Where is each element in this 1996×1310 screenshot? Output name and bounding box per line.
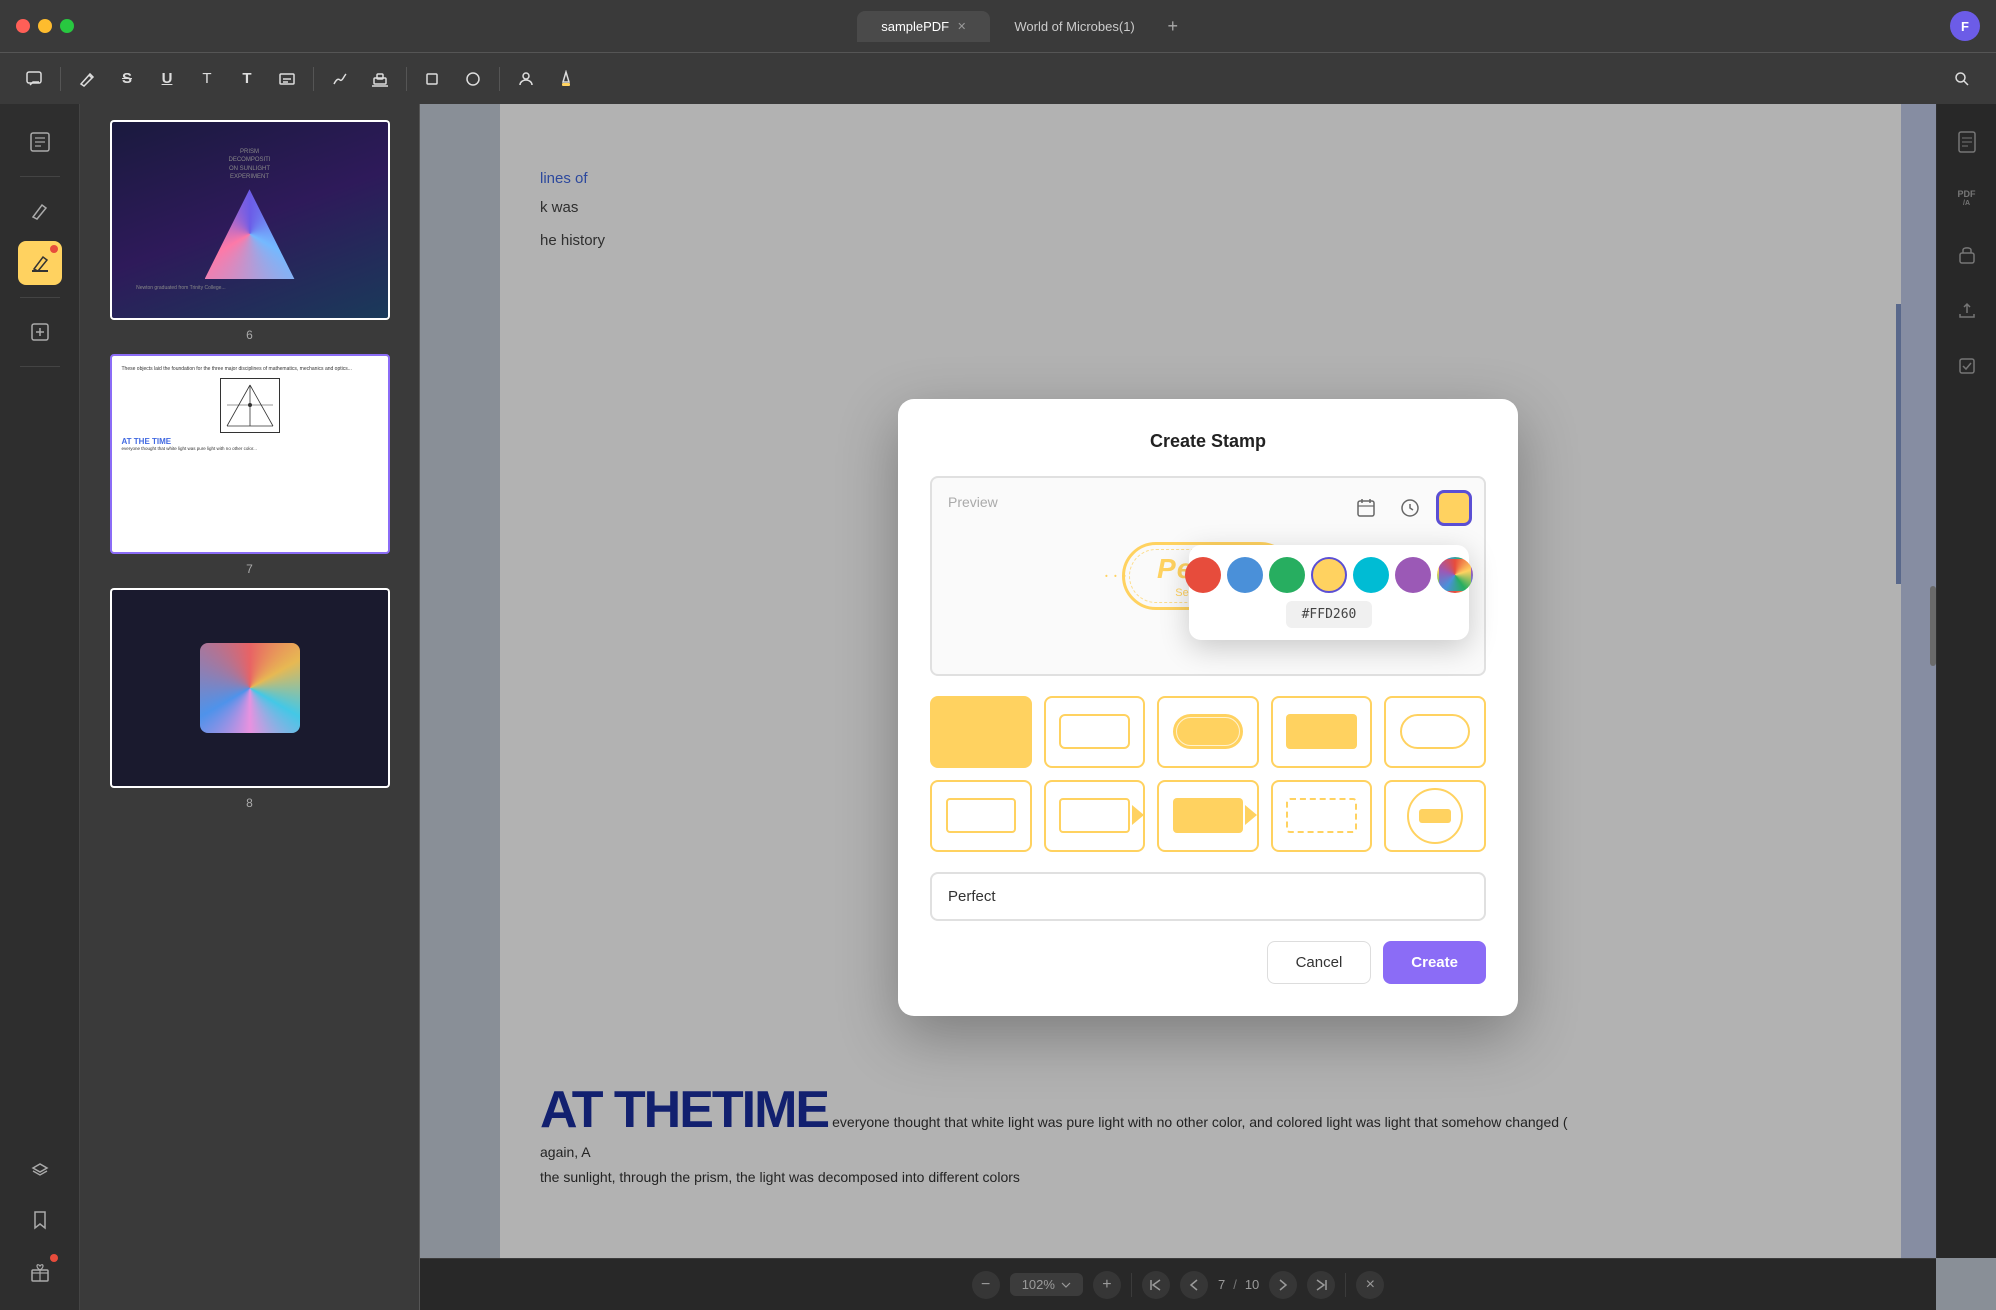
stamp-template-10[interactable] bbox=[1384, 780, 1486, 852]
color-picker-button[interactable]: #FFD260 bbox=[1436, 490, 1472, 526]
comment-tool[interactable] bbox=[16, 61, 52, 97]
page-num-8: 8 bbox=[246, 796, 253, 810]
strikethrough-tool[interactable]: S bbox=[109, 61, 145, 97]
user-avatar[interactable]: F bbox=[1950, 11, 1980, 41]
text-tool-solid[interactable]: T bbox=[229, 61, 265, 97]
pencil-tool[interactable] bbox=[69, 61, 105, 97]
thumbnail-img-8 bbox=[110, 588, 390, 788]
toolbar-divider-2 bbox=[313, 67, 314, 91]
tab-bar: samplePDF ✕ World of Microbes(1) + bbox=[94, 11, 1950, 42]
stamp-template-2[interactable] bbox=[1044, 696, 1146, 768]
modal-overlay: Create Stamp Preview bbox=[420, 104, 1996, 1310]
sidebar-highlight-icon[interactable] bbox=[18, 241, 62, 285]
sidebar-bookmark-icon[interactable] bbox=[18, 1198, 62, 1242]
swatch-multicolor[interactable] bbox=[1437, 557, 1473, 593]
page-num-7: 7 bbox=[246, 562, 253, 576]
main-area: PRISMDECOMPOSITION SUNLIGHTEXPERIMENT Ne… bbox=[0, 104, 1996, 1310]
sidebar-annotate-icon[interactable] bbox=[18, 189, 62, 233]
stamp-template-6[interactable] bbox=[930, 780, 1032, 852]
template-shape-6 bbox=[946, 798, 1016, 833]
template-shape-10 bbox=[1407, 788, 1463, 844]
sidebar bbox=[0, 104, 80, 1310]
search-tool[interactable] bbox=[1944, 61, 1980, 97]
stamp-template-4[interactable] bbox=[1271, 696, 1373, 768]
template-shape-7 bbox=[1059, 798, 1129, 833]
stamp-template-8[interactable] bbox=[1157, 780, 1259, 852]
close-traffic-light[interactable] bbox=[16, 19, 30, 33]
signature-tool[interactable] bbox=[322, 61, 358, 97]
swatch-purple[interactable] bbox=[1395, 557, 1431, 593]
create-button[interactable]: Create bbox=[1383, 941, 1486, 984]
sidebar-divider-1 bbox=[20, 176, 60, 177]
minimize-traffic-light[interactable] bbox=[38, 19, 52, 33]
sidebar-divider-3 bbox=[20, 366, 60, 367]
swatch-green[interactable] bbox=[1269, 557, 1305, 593]
swatch-cyan[interactable] bbox=[1353, 557, 1389, 593]
page-num-6: 6 bbox=[246, 328, 253, 342]
stamp-template-3[interactable] bbox=[1157, 696, 1259, 768]
modal-actions: Cancel Create bbox=[930, 941, 1486, 984]
stamp-tool[interactable] bbox=[362, 61, 398, 97]
tab-samplepdf[interactable]: samplePDF ✕ bbox=[857, 11, 990, 42]
sidebar-pages-icon[interactable] bbox=[18, 120, 62, 164]
cancel-button[interactable]: Cancel bbox=[1267, 941, 1372, 984]
stamp-templates-grid bbox=[930, 696, 1486, 852]
tab-microbes[interactable]: World of Microbes(1) bbox=[990, 11, 1158, 42]
text-box-tool[interactable] bbox=[269, 61, 305, 97]
toolbar-divider-4 bbox=[499, 67, 500, 91]
swatch-yellow[interactable] bbox=[1311, 557, 1347, 593]
user-tool[interactable] bbox=[508, 61, 544, 97]
stamp-template-5[interactable] bbox=[1384, 696, 1486, 768]
thumbnail-img-6: PRISMDECOMPOSITION SUNLIGHTEXPERIMENT Ne… bbox=[110, 120, 390, 320]
preview-label: Preview bbox=[948, 494, 998, 510]
swatch-red[interactable] bbox=[1185, 557, 1221, 593]
color-tool[interactable] bbox=[548, 61, 584, 97]
template-shape-5 bbox=[1400, 714, 1470, 749]
thumbnail-page-6[interactable]: PRISMDECOMPOSITION SUNLIGHTEXPERIMENT Ne… bbox=[100, 120, 400, 342]
thumbnail-img-7: These objects laid the foundation for th… bbox=[110, 354, 390, 554]
template-shape-8 bbox=[1173, 798, 1243, 833]
gift-badge bbox=[50, 1254, 58, 1262]
color-swatches bbox=[1185, 557, 1473, 593]
sidebar-edit-icon[interactable] bbox=[18, 310, 62, 354]
thumbnail-page-8[interactable]: 8 bbox=[100, 588, 400, 810]
sidebar-divider-2 bbox=[20, 297, 60, 298]
preview-controls: #FFD260 bbox=[1348, 490, 1472, 526]
stamp-template-1[interactable] bbox=[930, 696, 1032, 768]
toolbar-divider-3 bbox=[406, 67, 407, 91]
shape-tool[interactable] bbox=[415, 61, 451, 97]
shape-circle-tool[interactable] bbox=[455, 61, 491, 97]
content-area: lines of k was he history PDF /A bbox=[420, 104, 1996, 1310]
stamp-text-input[interactable] bbox=[930, 872, 1486, 921]
template-shape-3 bbox=[1173, 714, 1243, 749]
close-tab-samplepdf[interactable]: ✕ bbox=[957, 20, 966, 33]
sidebar-layers-icon[interactable] bbox=[18, 1146, 62, 1190]
create-stamp-modal: Create Stamp Preview bbox=[898, 399, 1518, 1016]
template-shape-4 bbox=[1286, 714, 1356, 749]
underline-tool[interactable]: U bbox=[149, 61, 185, 97]
template-shape-9 bbox=[1286, 798, 1356, 833]
calendar-button[interactable] bbox=[1348, 490, 1384, 526]
traffic-lights bbox=[16, 19, 74, 33]
stamp-template-9[interactable] bbox=[1271, 780, 1373, 852]
template-shape-1 bbox=[947, 715, 1015, 749]
maximize-traffic-light[interactable] bbox=[60, 19, 74, 33]
sidebar-gift-icon[interactable] bbox=[18, 1250, 62, 1294]
sidebar-badge bbox=[50, 245, 58, 253]
stamp-preview-area: Preview bbox=[930, 476, 1486, 676]
modal-title: Create Stamp bbox=[930, 431, 1486, 452]
add-tab-button[interactable]: + bbox=[1159, 12, 1187, 40]
clock-button[interactable] bbox=[1392, 490, 1428, 526]
stamp-template-7[interactable] bbox=[1044, 780, 1146, 852]
thumbnail-panel: PRISMDECOMPOSITION SUNLIGHTEXPERIMENT Ne… bbox=[80, 104, 420, 1310]
color-hex-display: #FFD260 bbox=[1286, 601, 1373, 628]
thumbnail-page-7[interactable]: These objects laid the foundation for th… bbox=[100, 354, 400, 576]
color-picker-popup: #FFD260 bbox=[1189, 545, 1469, 640]
template-shape-2 bbox=[1059, 714, 1129, 749]
swatch-blue[interactable] bbox=[1227, 557, 1263, 593]
toolbar-divider-1 bbox=[60, 67, 61, 91]
titlebar: samplePDF ✕ World of Microbes(1) + F bbox=[0, 0, 1996, 52]
main-toolbar: S U T T bbox=[0, 52, 1996, 104]
text-tool-outline[interactable]: T bbox=[189, 61, 225, 97]
